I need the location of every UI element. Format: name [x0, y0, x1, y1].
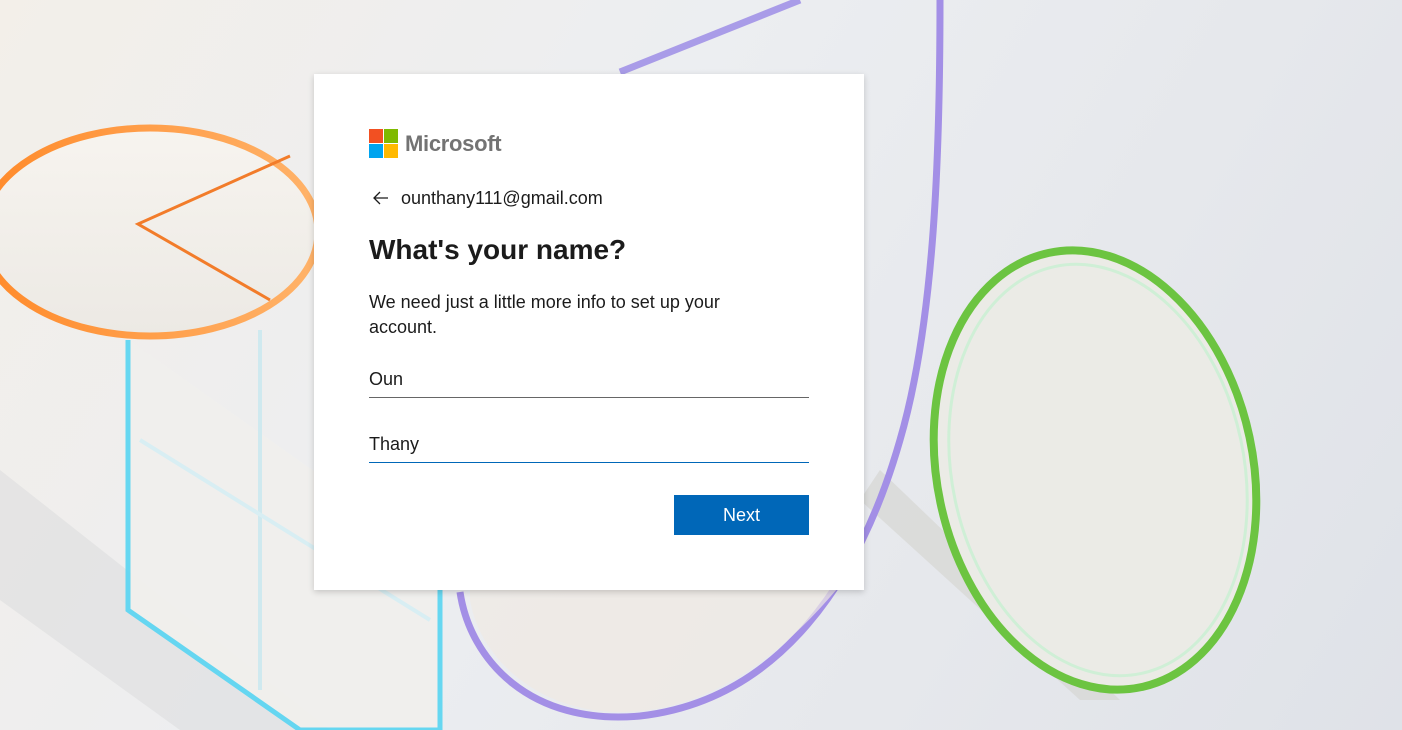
first-name-input[interactable] [369, 362, 809, 398]
page-description: We need just a little more info to set u… [369, 292, 720, 337]
logo-square-blue [369, 144, 383, 158]
signup-card: Microsoft ounthany111@gmail.com What's y… [314, 74, 864, 590]
microsoft-logo-icon [369, 129, 398, 158]
microsoft-logo: Microsoft [369, 129, 502, 158]
identity-back-link[interactable]: ounthany111@gmail.com [369, 186, 603, 210]
arrow-left-icon[interactable] [369, 186, 393, 210]
logo-square-yellow [384, 144, 398, 158]
logo-square-red [369, 129, 383, 143]
logo-text: Microsoft [405, 130, 502, 156]
logo-square-green [384, 129, 398, 143]
identity-email: ounthany111@gmail.com [401, 187, 603, 208]
next-button[interactable]: Next [674, 495, 809, 535]
page-title: What's your name? [369, 234, 627, 265]
last-name-input[interactable] [369, 427, 809, 463]
